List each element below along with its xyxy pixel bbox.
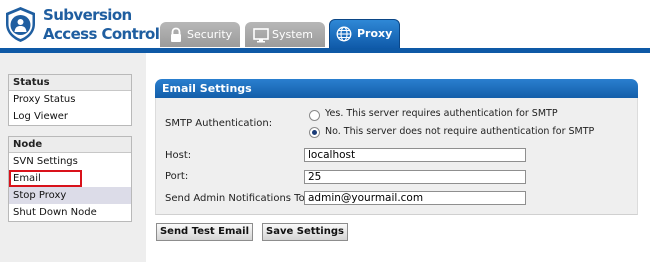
sidebar-section-status: Status Proxy Status Log Viewer	[8, 74, 132, 126]
sidebar-section-node: Node SVN Settings Email Settings Stop Pr…	[8, 136, 132, 222]
port-label: Port:	[165, 171, 189, 182]
smtp-auth-no-radio[interactable]	[309, 127, 320, 138]
logo-icon	[6, 7, 35, 42]
tab-proxy-label: Proxy	[357, 27, 393, 40]
panel-title: Email Settings	[155, 79, 638, 98]
globe-icon	[336, 26, 352, 42]
sidebar-item-log-viewer[interactable]: Log Viewer	[9, 108, 131, 125]
lock-icon	[171, 27, 181, 42]
host-input[interactable]: localhost	[304, 148, 526, 162]
sidebar-heading-status: Status	[9, 75, 131, 91]
tab-proxy[interactable]: Proxy	[329, 19, 400, 49]
panel-body: SMTP Authentication: Yes. This server re…	[155, 98, 638, 215]
sidebar-item-email-settings[interactable]: Email Settings	[9, 170, 82, 201]
sidebar-heading-node: Node	[9, 137, 131, 153]
app-title-line-1: Subversion	[43, 6, 132, 24]
app-header: Subversion Access Control Security Syste…	[0, 0, 650, 49]
sidebar: Status Proxy Status Log Viewer Node SVN …	[0, 53, 146, 262]
smtp-auth-yes-radio[interactable]	[309, 110, 320, 121]
send-test-email-button[interactable]: Send Test Email	[156, 223, 253, 241]
smtp-auth-yes-label: Yes. This server requires authentication…	[325, 108, 558, 119]
tab-system[interactable]: System	[245, 22, 325, 47]
app-logo-text: Subversion Access Control	[43, 6, 160, 44]
sidebar-item-proxy-status[interactable]: Proxy Status	[9, 91, 131, 108]
smtp-auth-label: SMTP Authentication:	[165, 118, 273, 129]
tab-security-label: Security	[187, 28, 233, 41]
sidebar-item-stop-proxy[interactable]: Stop Proxy	[9, 187, 131, 204]
save-settings-button[interactable]: Save Settings	[262, 223, 348, 241]
admin-notifications-label: Send Admin Notifications To:	[165, 193, 309, 204]
sidebar-item-shut-down-node[interactable]: Shut Down Node	[9, 204, 131, 221]
email-settings-panel: Email Settings SMTP Authentication: Yes.…	[155, 79, 638, 215]
app-title-line-2: Access Control	[43, 25, 160, 43]
host-label: Host:	[165, 150, 192, 161]
tab-security[interactable]: Security	[160, 22, 240, 47]
monitor-icon	[253, 28, 269, 43]
smtp-auth-no-label: No. This server does not require authent…	[325, 126, 595, 137]
tab-system-label: System	[272, 28, 314, 41]
admin-notifications-input[interactable]: admin@yourmail.com	[304, 191, 526, 205]
port-input[interactable]: 25	[304, 170, 526, 184]
sidebar-item-svn-settings[interactable]: SVN Settings	[9, 153, 131, 170]
